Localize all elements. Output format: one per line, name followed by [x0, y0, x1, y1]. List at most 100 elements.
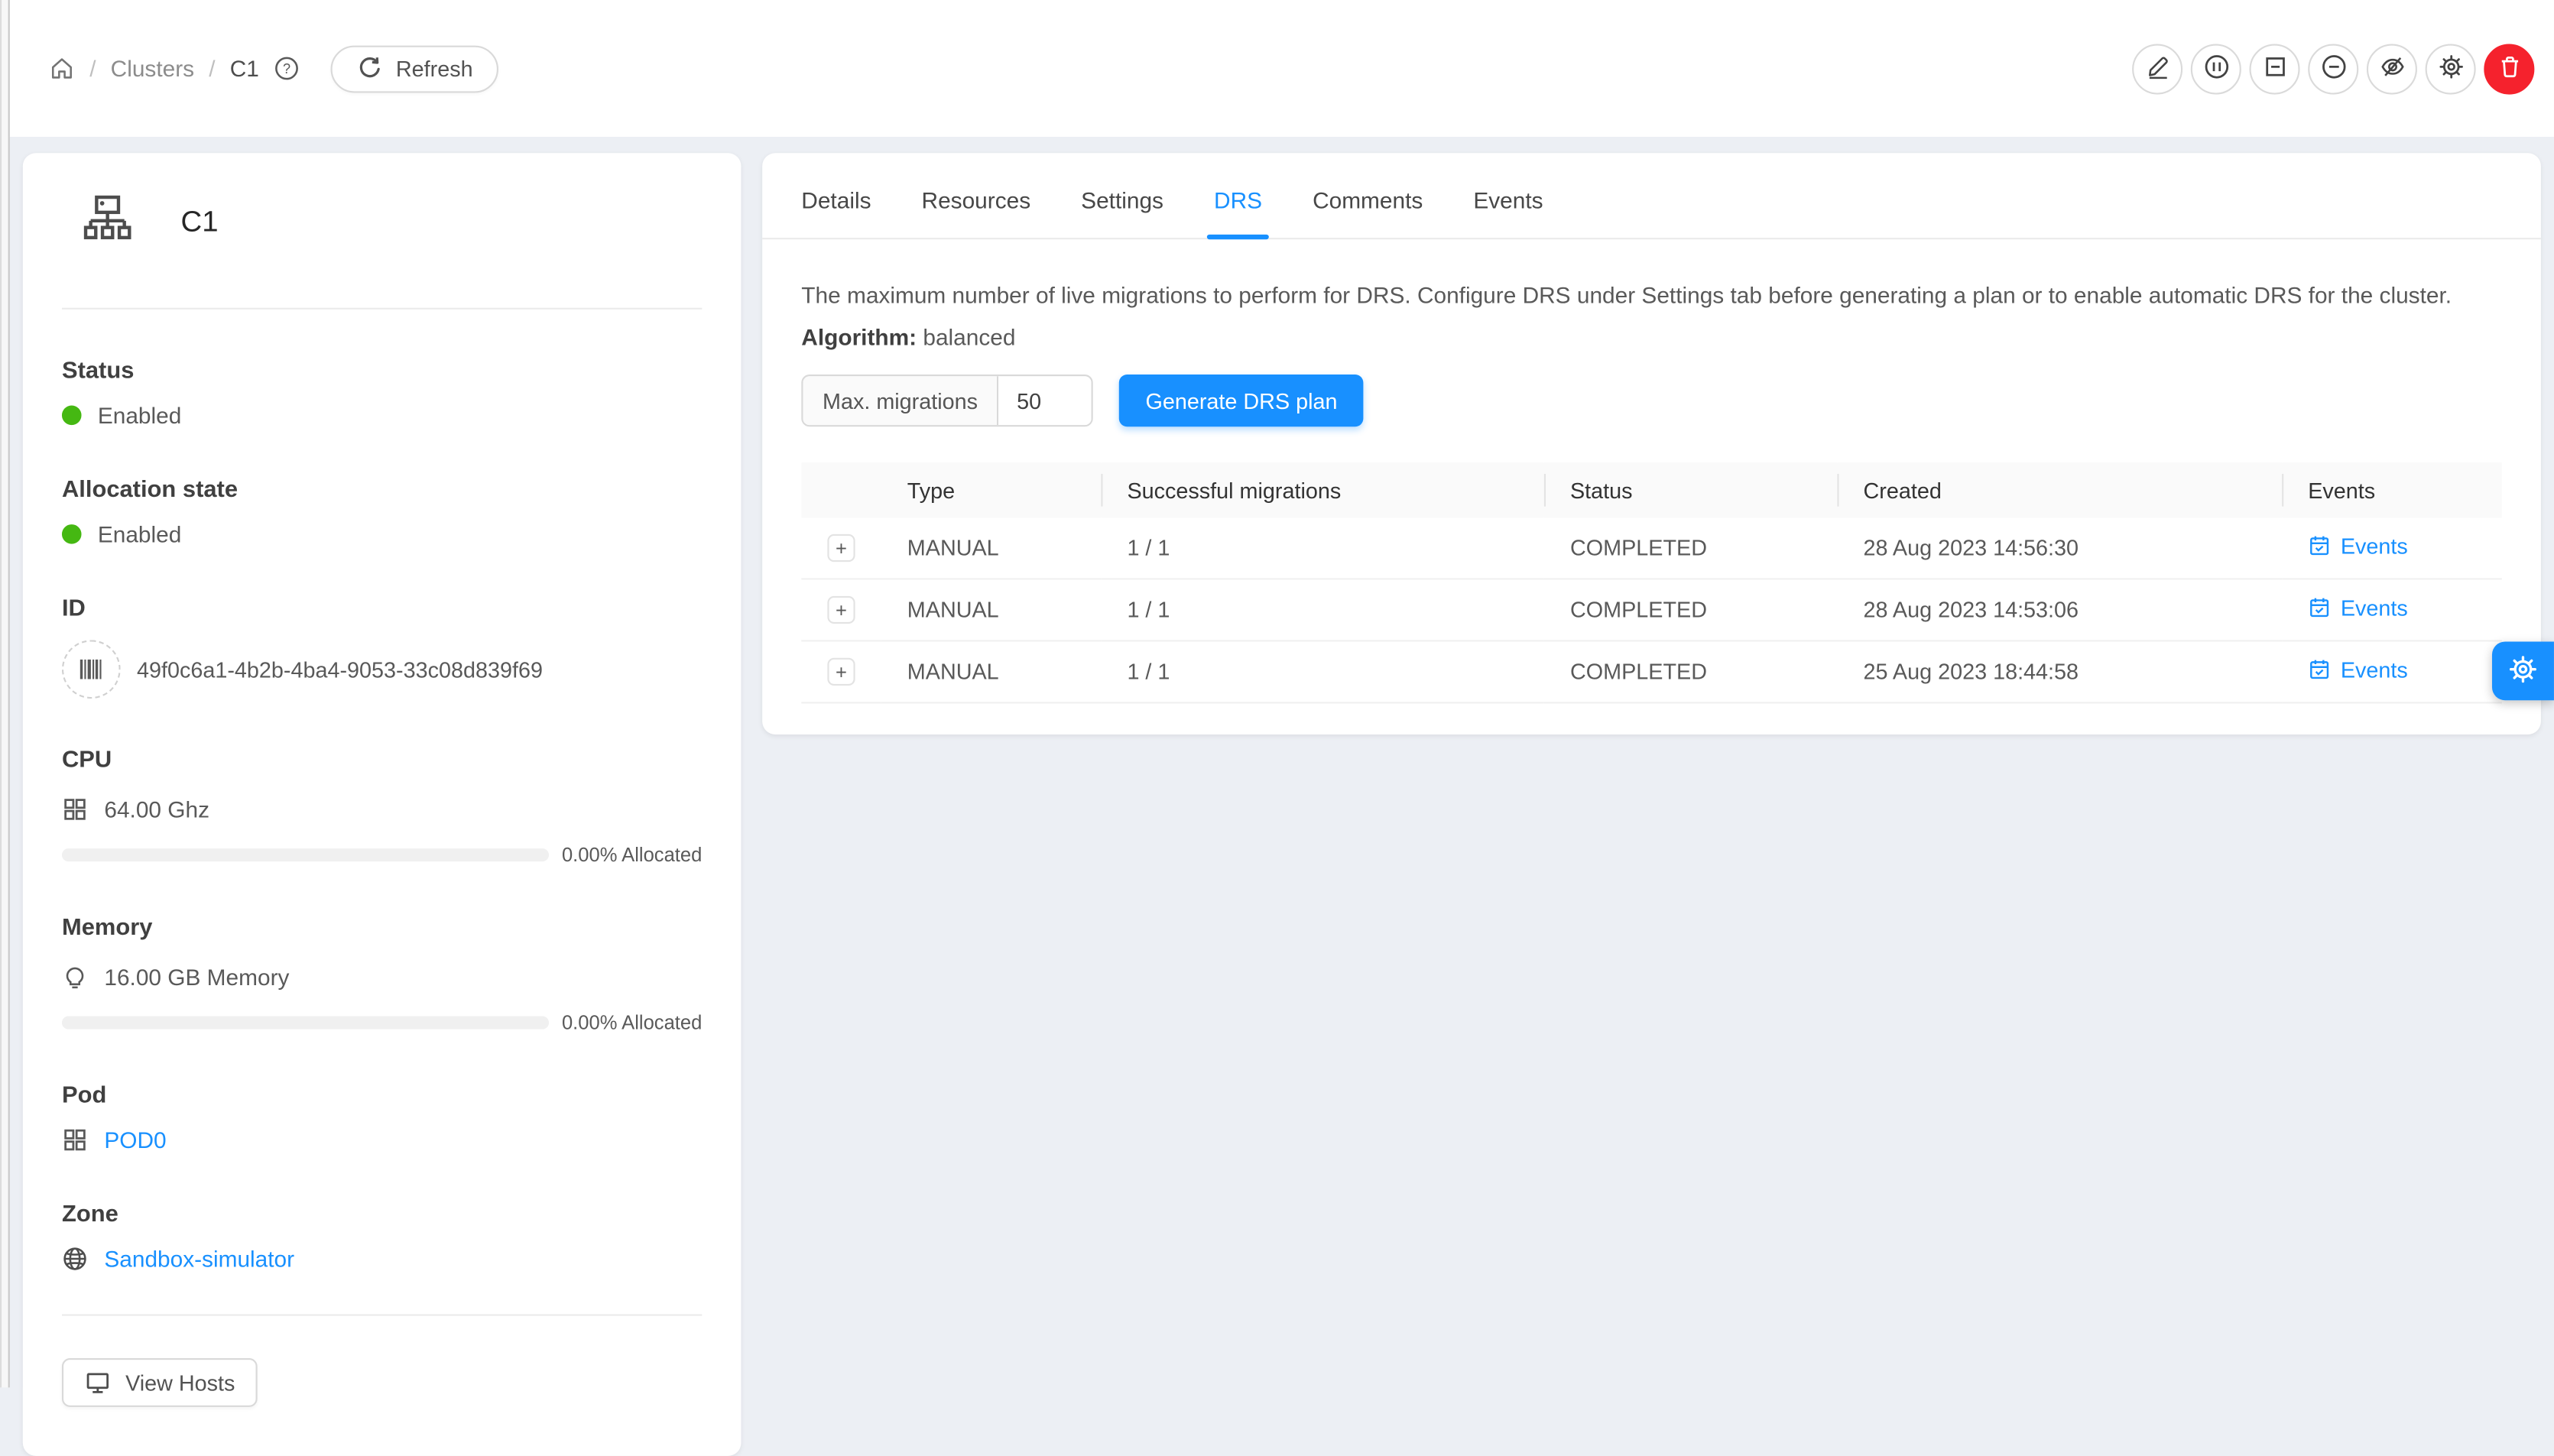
expand-row-button[interactable]: +	[827, 658, 855, 686]
cpu-field: CPU 64.00 Ghz 0.00% Allocated	[62, 747, 702, 867]
tab-events[interactable]: Events	[1473, 153, 1543, 238]
cell-status: COMPLETED	[1544, 640, 1838, 702]
trash-icon	[2496, 53, 2522, 83]
algorithm-value: balanced	[923, 324, 1015, 350]
id-value: 49f0c6a1-4b2b-4ba4-9053-33c08d839f69	[137, 657, 543, 682]
minus-square-icon	[2261, 53, 2287, 83]
row-events-label: Events	[2341, 595, 2408, 620]
tab-comments[interactable]: Comments	[1313, 153, 1423, 238]
pause-cluster-button[interactable]	[2191, 43, 2241, 93]
eye-invisible-icon	[2379, 53, 2405, 83]
memory-progress: 0.00% Allocated	[62, 1011, 702, 1034]
delete-cluster-button[interactable]	[2484, 43, 2534, 93]
cpu-progress: 0.00% Allocated	[62, 844, 702, 867]
max-migrations-input[interactable]	[999, 376, 1092, 425]
table-row: + MANUAL 1 / 1 COMPLETED 28 Aug 2023 14:…	[801, 518, 2501, 579]
generate-drs-plan-button[interactable]: Generate DRS plan	[1119, 375, 1363, 426]
header-actions	[2132, 43, 2534, 93]
cell-migrations: 1 / 1	[1101, 579, 1544, 640]
row-events-link[interactable]: Events	[2308, 595, 2408, 620]
memory-allocated-label: 0.00% Allocated	[562, 1011, 702, 1034]
globe-icon	[62, 1246, 88, 1272]
appstore-icon	[62, 796, 88, 822]
memory-value: 16.00 GB Memory	[104, 964, 289, 990]
status-value: Enabled	[98, 402, 181, 428]
row-events-label: Events	[2341, 657, 2408, 682]
pod-field: Pod POD0	[62, 1083, 702, 1153]
svg-text:?: ?	[283, 61, 290, 76]
outofband-button[interactable]	[2367, 43, 2417, 93]
expand-row-button[interactable]: +	[827, 534, 855, 562]
breadcrumb-clusters[interactable]: Clusters	[111, 55, 194, 81]
column-header-migrations: Successful migrations	[1101, 462, 1544, 517]
tab-details[interactable]: Details	[801, 153, 871, 238]
page: / Clusters / C1 ? Refresh	[0, 0, 2554, 1387]
floating-settings-button[interactable]	[2492, 641, 2554, 700]
home-icon[interactable]	[49, 55, 75, 81]
drs-tab-panel: The maximum number of live migrations to…	[762, 239, 2541, 703]
cell-type: MANUAL	[881, 640, 1102, 702]
column-header-events: Events	[2282, 462, 2502, 517]
row-events-link[interactable]: Events	[2308, 533, 2408, 558]
unmanage-cluster-button[interactable]	[2249, 43, 2299, 93]
algorithm-label: Algorithm:	[801, 324, 917, 350]
status-label: Status	[62, 358, 702, 384]
drs-controls: Max. migrations Generate DRS plan	[801, 375, 2501, 426]
edit-button[interactable]	[2132, 43, 2182, 93]
tab-settings[interactable]: Settings	[1081, 153, 1163, 238]
table-row: + MANUAL 1 / 1 COMPLETED 25 Aug 2023 18:…	[801, 640, 2501, 702]
configure-button[interactable]	[2426, 43, 2476, 93]
barcode-icon	[62, 640, 121, 699]
cell-status: COMPLETED	[1544, 518, 1838, 579]
detail-card: Details Resources Settings DRS Comments …	[762, 153, 2541, 734]
zone-label: Zone	[62, 1201, 702, 1227]
allocation-state-dot	[62, 524, 82, 544]
gear-icon	[2508, 653, 2537, 688]
cell-type: MANUAL	[881, 579, 1102, 640]
bulb-icon	[62, 964, 88, 990]
status-field: Status Enabled	[62, 358, 702, 429]
column-header-type: Type	[881, 462, 1102, 517]
view-hosts-button[interactable]: View Hosts	[62, 1358, 258, 1407]
disable-cluster-button[interactable]	[2308, 43, 2358, 93]
cluster-icon	[82, 192, 132, 251]
breadcrumb: / Clusters / C1 ? Refresh	[49, 45, 499, 92]
expand-column-header	[801, 462, 881, 517]
divider	[62, 308, 702, 310]
row-events-link[interactable]: Events	[2308, 657, 2408, 682]
cpu-allocated-label: 0.00% Allocated	[562, 844, 702, 867]
allocation-state-value: Enabled	[98, 521, 181, 547]
refresh-label: Refresh	[396, 57, 473, 81]
top-header: / Clusters / C1 ? Refresh	[0, 0, 2554, 137]
breadcrumb-current: C1	[230, 55, 259, 81]
gear-icon	[2438, 53, 2464, 83]
tab-drs[interactable]: DRS	[1214, 153, 1262, 238]
drs-description: The maximum number of live migrations to…	[801, 278, 2501, 311]
memory-label: Memory	[62, 915, 702, 941]
cell-type: MANUAL	[881, 518, 1102, 579]
calendar-check-icon	[2308, 596, 2331, 619]
cpu-progress-track	[62, 848, 549, 861]
resource-info-card: C1 Status Enabled Allocation state Enabl…	[23, 153, 742, 1456]
calendar-check-icon	[2308, 658, 2331, 681]
expand-row-button[interactable]: +	[827, 596, 855, 624]
monitor-icon	[85, 1370, 111, 1396]
table-header-row: Type Successful migrations Status Create…	[801, 462, 2501, 517]
minus-circle-icon	[2320, 53, 2346, 83]
breadcrumb-separator: /	[209, 55, 215, 81]
collapsed-sidebar-rail	[0, 0, 10, 1387]
question-circle-icon[interactable]: ?	[274, 55, 300, 81]
divider	[62, 1314, 702, 1315]
tab-resources[interactable]: Resources	[922, 153, 1031, 238]
cell-created: 28 Aug 2023 14:56:30	[1837, 518, 2282, 579]
cell-migrations: 1 / 1	[1101, 518, 1544, 579]
allocation-state-field: Allocation state Enabled	[62, 477, 702, 547]
refresh-button[interactable]: Refresh	[331, 45, 499, 92]
cell-status: COMPLETED	[1544, 579, 1838, 640]
pod-link[interactable]: POD0	[104, 1127, 166, 1153]
memory-progress-track	[62, 1017, 549, 1030]
zone-link[interactable]: Sandbox-simulator	[104, 1246, 294, 1272]
cell-created: 25 Aug 2023 18:44:58	[1837, 640, 2282, 702]
column-header-status: Status	[1544, 462, 1838, 517]
zone-field: Zone Sandbox-simulator	[62, 1201, 702, 1272]
